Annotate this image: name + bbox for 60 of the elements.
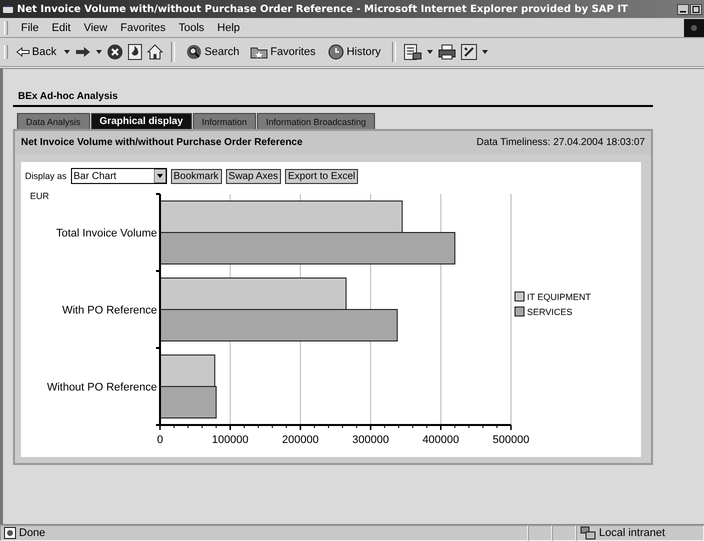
action-button[interactable]: Export to Excel: [285, 168, 358, 184]
logo-icon: [684, 18, 704, 36]
refresh-icon[interactable]: [128, 44, 142, 60]
action-button[interactable]: Swap Axes: [226, 168, 282, 184]
minimize-icon[interactable]: [677, 4, 689, 14]
legend-label: SERVICES: [527, 307, 572, 317]
forward-icon[interactable]: [75, 46, 92, 58]
tab[interactable]: Information Broadcasting: [256, 113, 375, 129]
caret-icon[interactable]: [96, 50, 102, 54]
favorites-button[interactable]: Favorites: [247, 43, 319, 61]
tick-label: 300000: [352, 434, 389, 446]
unit-label: EUR: [30, 191, 50, 201]
browser-icon: [2, 3, 14, 15]
legend-label: IT EQUIPMENT: [527, 292, 591, 302]
display-label: Display as: [25, 171, 67, 181]
menu-item[interactable]: Favorites: [120, 22, 166, 34]
menu-item[interactable]: View: [84, 22, 108, 34]
data-timeliness: Data Timeliness: 27.04.2004 18:03:07: [476, 136, 645, 148]
caret-icon[interactable]: [64, 50, 70, 54]
tick-label: 500000: [492, 434, 530, 446]
tab[interactable]: Data Analysis: [17, 113, 90, 129]
menu-item[interactable]: Help: [217, 22, 240, 34]
page-icon: [4, 527, 16, 539]
report-title: Net Invoice Volume with/without Purchase Order Reference: [21, 136, 303, 148]
status-text: Done: [19, 527, 46, 539]
category-label: With PO Reference: [62, 304, 157, 316]
chart-type-dropdown[interactable]: Bar Chart: [70, 168, 167, 184]
back-arrow-icon: [16, 47, 30, 57]
menu-item[interactable]: Tools: [178, 22, 204, 34]
page-heading: BEx Ad-hoc Analysis: [13, 91, 653, 107]
caret-icon[interactable]: [426, 50, 433, 54]
edit-icon[interactable]: [460, 44, 477, 60]
action-button[interactable]: Bookmark: [170, 168, 222, 184]
stop-icon[interactable]: [107, 44, 124, 60]
dropdown-arrow-icon: [154, 169, 166, 183]
clock-icon: [326, 44, 345, 60]
menu-item[interactable]: Edit: [52, 22, 71, 34]
tick-label: 0: [156, 434, 164, 446]
security-zone: Local intranet: [599, 527, 666, 539]
tick-label: 200000: [282, 434, 319, 446]
category-label: Without PO Reference: [46, 382, 157, 394]
tick-label: 400000: [422, 434, 460, 446]
search-button[interactable]: Search: [183, 42, 242, 62]
tick-label: 100000: [212, 434, 249, 446]
home-icon[interactable]: [147, 44, 164, 60]
back-button[interactable]: Back: [13, 44, 60, 60]
star-folder-icon: [250, 45, 268, 59]
history-button[interactable]: History: [324, 42, 384, 62]
tab[interactable]: Information: [192, 113, 256, 129]
menu-item[interactable]: File: [21, 22, 39, 34]
category-label: Total Invoice Volume: [56, 228, 157, 240]
printer-icon[interactable]: [438, 44, 456, 60]
window-title: Net Invoice Volume with/without Purchase Order Reference - Microsoft Internet Explorer provided by SAP IT: [17, 4, 628, 14]
caret-icon[interactable]: [482, 50, 488, 54]
bar: [160, 354, 216, 387]
bar: [160, 386, 217, 418]
mail-icon[interactable]: [404, 44, 422, 60]
maximize-icon[interactable]: [690, 4, 702, 14]
search-icon: [186, 44, 202, 60]
tab[interactable]: Graphical display: [90, 113, 192, 129]
